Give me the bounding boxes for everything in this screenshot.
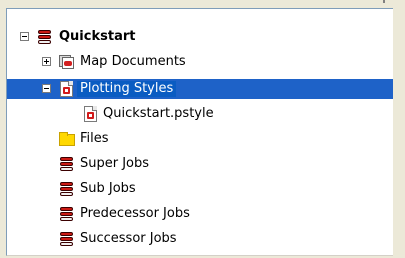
tree-node-label: Sub Jobs <box>80 181 136 196</box>
corner-tick <box>383 0 385 3</box>
tree-node-label: Map Documents <box>80 54 186 69</box>
tree-node-plotting-styles[interactable]: Plotting Styles <box>7 79 393 99</box>
window-right-edge <box>393 8 405 258</box>
map-documents-icon <box>58 53 76 71</box>
tree-node-label: Plotting Styles <box>77 81 177 97</box>
job-stack-icon <box>58 230 76 248</box>
tree-node-quickstart[interactable]: Quickstart <box>7 27 393 47</box>
plot-style-icon <box>58 80 76 98</box>
top-strip <box>0 0 405 6</box>
tree-node-map-documents[interactable]: Map Documents <box>7 52 393 72</box>
folder-icon <box>58 130 76 148</box>
tree-node-successor-jobs[interactable]: Successor Jobs <box>7 229 393 249</box>
job-stack-icon <box>58 180 76 198</box>
collapse-icon[interactable] <box>20 32 29 41</box>
tree-node-sub-jobs[interactable]: Sub Jobs <box>7 179 393 199</box>
job-stack-icon <box>58 155 76 173</box>
tree-node-label: Successor Jobs <box>80 231 177 246</box>
job-tree-panel[interactable]: Quickstart Map Documents Plotting Styles… <box>6 8 394 256</box>
tree-node-label: Quickstart.pstyle <box>103 106 214 121</box>
collapse-icon[interactable] <box>42 84 51 93</box>
plot-style-file-icon <box>82 105 100 123</box>
tree-node-label: Super Jobs <box>80 156 150 171</box>
tree-node-quickstart-pstyle[interactable]: Quickstart.pstyle <box>7 104 393 124</box>
tree-node-label: Files <box>80 131 109 146</box>
tree-node-label: Quickstart <box>59 29 136 44</box>
tree-node-super-jobs[interactable]: Super Jobs <box>7 154 393 174</box>
job-stack-icon <box>58 205 76 223</box>
tree-node-files[interactable]: Files <box>7 129 393 149</box>
tree-node-label: Predecessor Jobs <box>80 206 190 221</box>
expand-icon[interactable] <box>42 57 51 66</box>
job-stack-icon <box>36 28 54 46</box>
tree-node-predecessor-jobs[interactable]: Predecessor Jobs <box>7 204 393 224</box>
